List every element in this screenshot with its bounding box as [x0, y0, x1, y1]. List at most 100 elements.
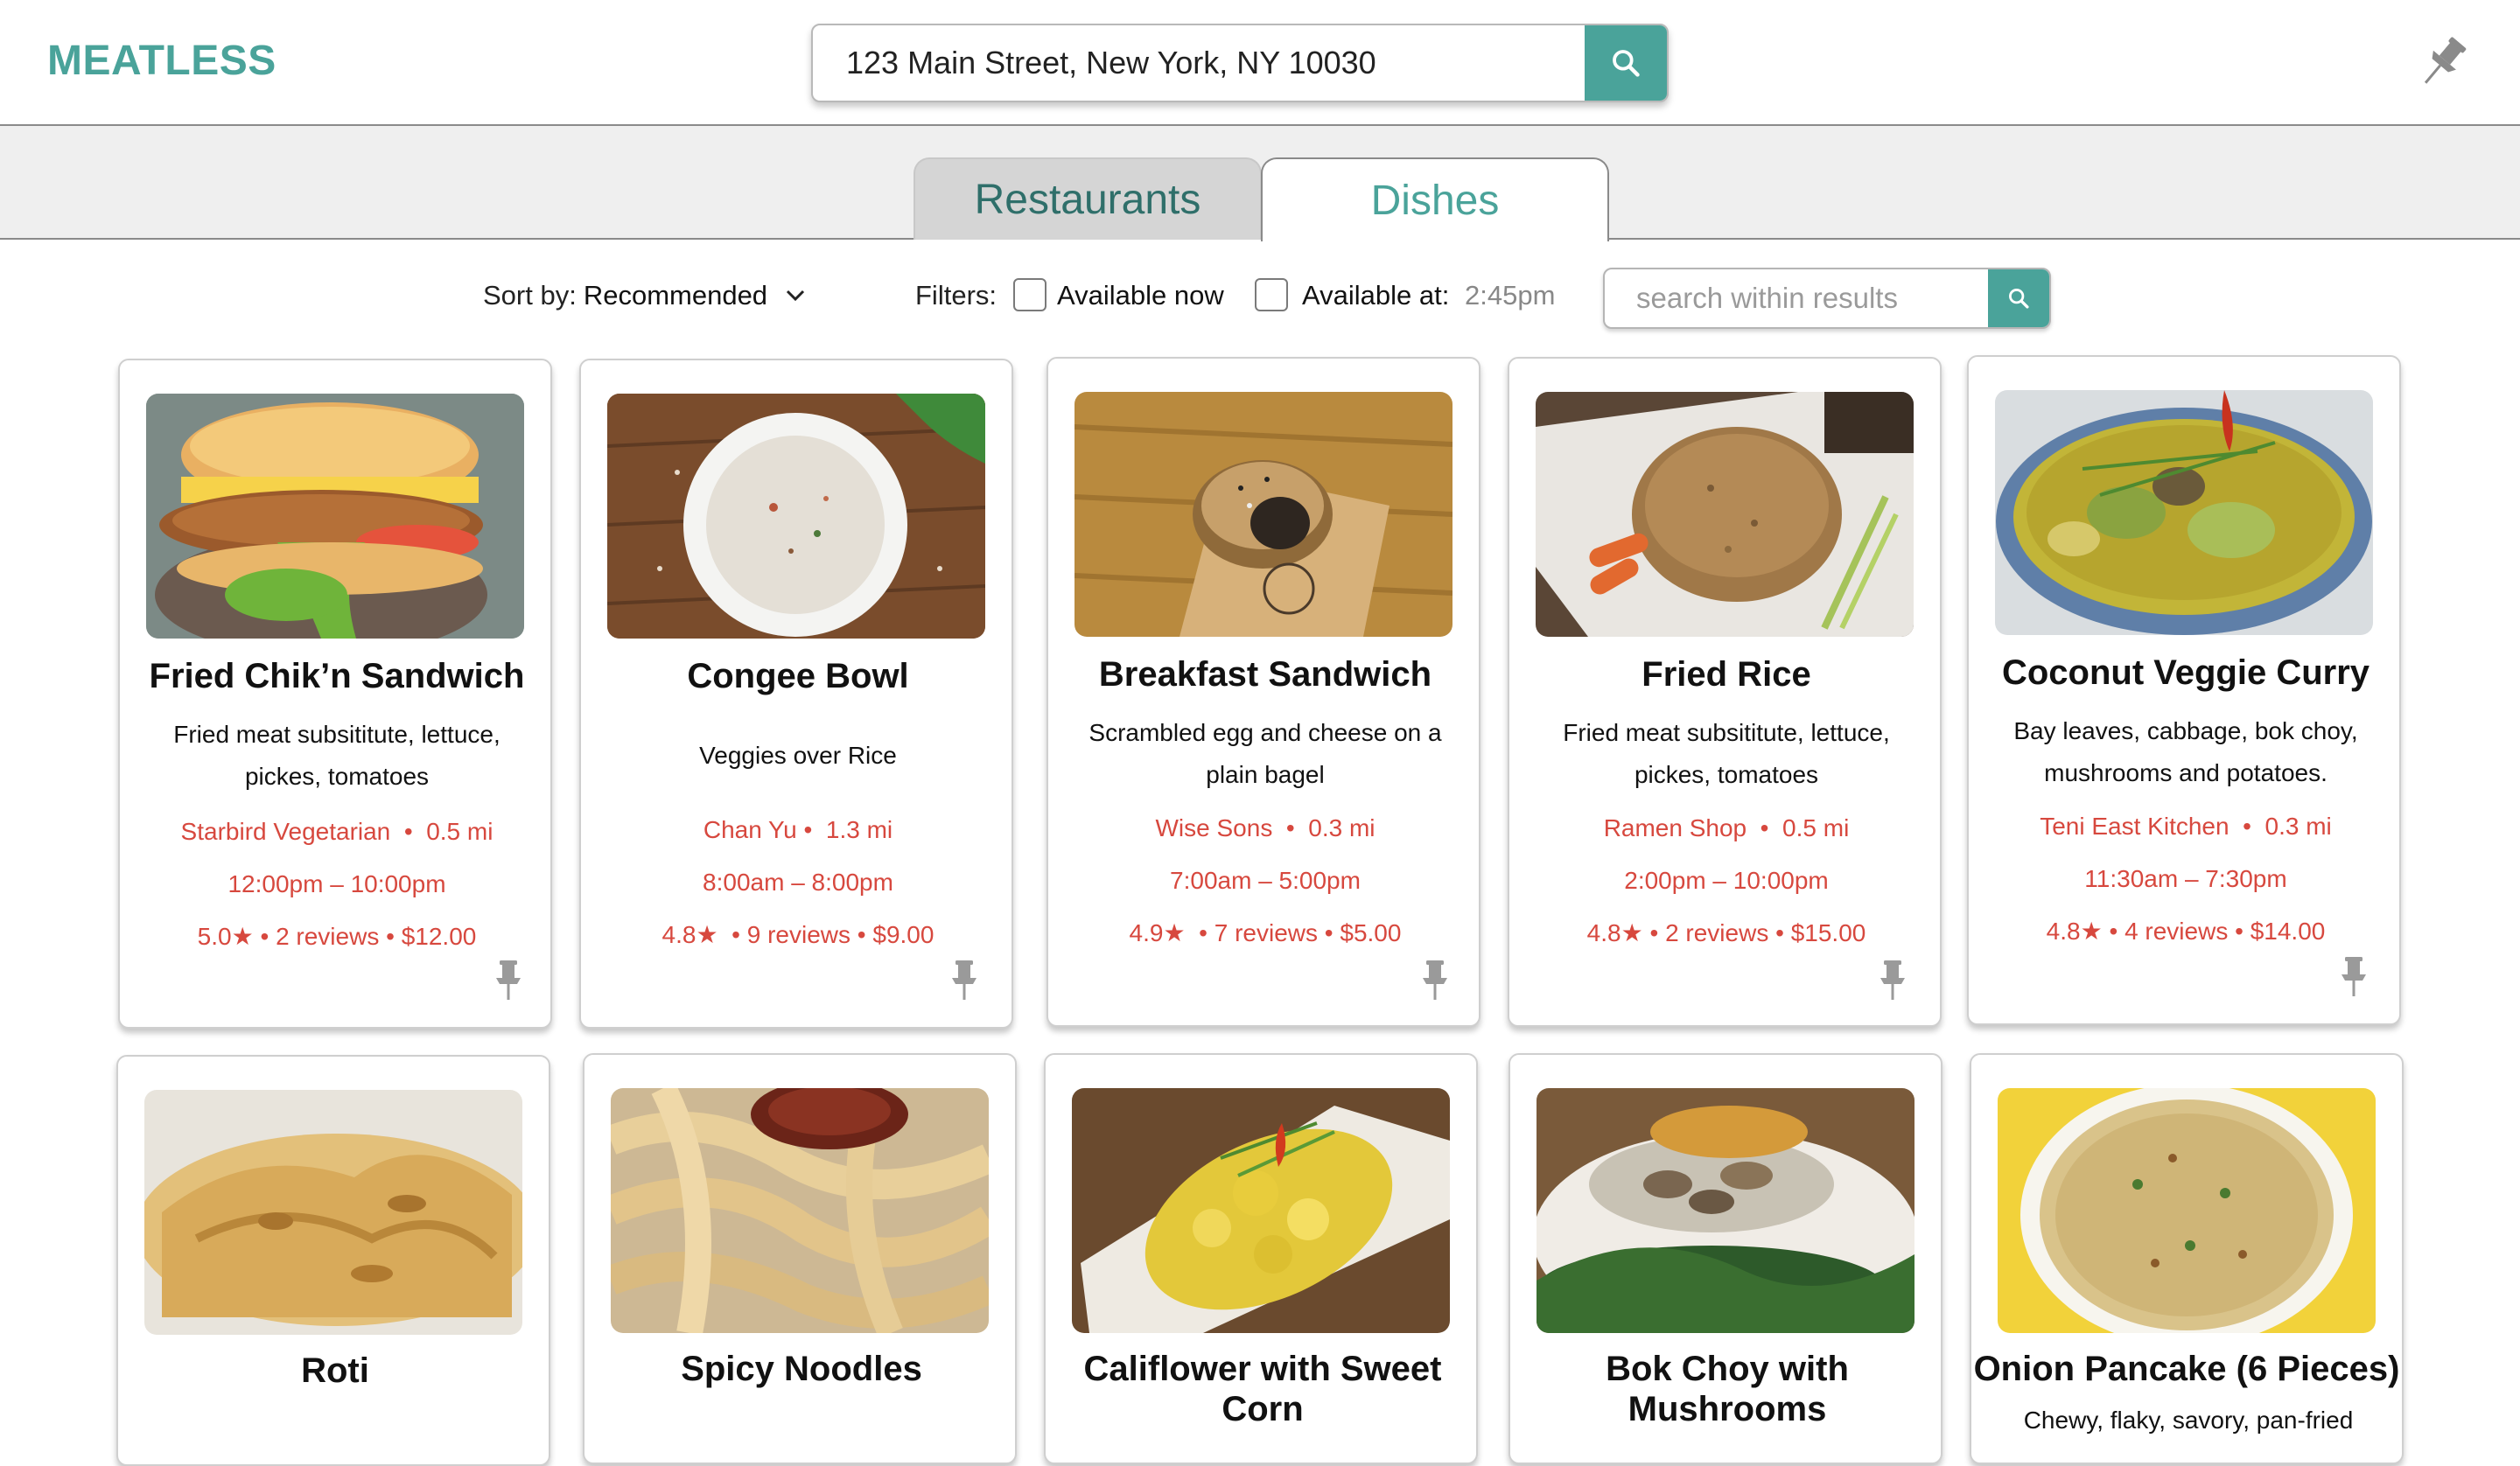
- dish-rating: 5.0: [197, 923, 232, 950]
- dish-reviews[interactable]: 7 reviews: [1214, 919, 1318, 946]
- dish-photo: [144, 1090, 522, 1335]
- dish-rating: 4.9: [1129, 919, 1164, 946]
- dish-card[interactable]: Breakfast Sandwich Scrambled egg and che…: [1046, 357, 1480, 1027]
- dish-photo: [1536, 392, 1914, 637]
- filters-label: Filters:: [915, 280, 997, 311]
- pin-icon[interactable]: [1419, 959, 1451, 1002]
- dish-distance: 0.5 mi: [426, 818, 494, 845]
- search-icon: [1613, 50, 1640, 77]
- sort-value: Recommended: [583, 280, 768, 311]
- dish-title: Bok Choy with Mushrooms: [1606, 1350, 1849, 1428]
- dish-reviews[interactable]: 2 reviews: [276, 923, 379, 950]
- dish-title: Congee Bowl: [687, 657, 909, 695]
- dish-distance: 0.5 mi: [1782, 814, 1850, 841]
- available-at-time[interactable]: 2:45pm: [1465, 280, 1555, 311]
- dish-distance: 0.3 mi: [1308, 814, 1376, 841]
- star-icon: ★: [231, 923, 254, 950]
- pinned-items-icon[interactable]: [2415, 31, 2471, 93]
- chevron-down-icon: [786, 290, 805, 302]
- dish-photo: [146, 394, 524, 639]
- dish-card[interactable]: Califlower with Sweet Corn: [1044, 1053, 1478, 1464]
- tab-restaurants[interactable]: Restaurants: [914, 157, 1262, 240]
- dish-card[interactable]: Roti: [116, 1055, 550, 1466]
- dish-title: Roti: [301, 1351, 369, 1390]
- dish-restaurant-line[interactable]: Wise Sons • 0.3 mi: [1057, 815, 1474, 841]
- available-at-checkbox[interactable]: [1255, 278, 1288, 311]
- pin-icon[interactable]: [493, 959, 524, 1002]
- search-icon: [2009, 289, 2029, 309]
- dish-photo: [1072, 1088, 1450, 1333]
- separator-dot: •: [1272, 814, 1309, 841]
- dish-restaurant-line[interactable]: Chan Yu • 1.3 mi: [590, 817, 1006, 843]
- dish-hours: 12:00pm – 10:00pm: [228, 870, 446, 897]
- dish-card[interactable]: Onion Pancake (6 Pieces) Chewy, flaky, s…: [1970, 1053, 2404, 1464]
- dish-reviews[interactable]: 2 reviews: [1665, 919, 1768, 946]
- app-logo[interactable]: MEATLESS: [47, 37, 276, 85]
- available-now-label[interactable]: Available now: [1057, 280, 1224, 311]
- dish-price: $5.00: [1340, 919, 1402, 946]
- pin-icon[interactable]: [2338, 955, 2370, 999]
- dish-photo: [611, 1088, 989, 1333]
- dish-card[interactable]: Spicy Noodles: [583, 1053, 1017, 1464]
- dish-title: Spicy Noodles: [681, 1350, 922, 1388]
- dish-price: $15.00: [1790, 919, 1866, 946]
- dish-description: Chewy, flaky, savory, pan-fried: [2023, 1407, 2354, 1434]
- dish-rating: 4.8: [1586, 919, 1621, 946]
- results-search-button[interactable]: [1988, 269, 2049, 327]
- available-now-checkbox[interactable]: [1013, 278, 1046, 311]
- dish-rating-line: 4.8★ • 4 reviews • $14.00: [2046, 918, 2326, 945]
- dish-rating-line: 5.0★ • 2 reviews • $12.00: [197, 923, 477, 950]
- dish-restaurant: Wise Sons: [1155, 814, 1273, 841]
- available-at-label[interactable]: Available at:: [1302, 280, 1449, 311]
- pin-icon[interactable]: [1877, 959, 1908, 1002]
- filter-controls: Sort by: Recommended Filters: Available …: [0, 262, 2520, 332]
- dish-description: Bay leaves, cabbage, bok choy, mushrooms…: [2013, 717, 2358, 786]
- dish-restaurant-line[interactable]: Starbird Vegetarian • 0.5 mi: [129, 819, 545, 845]
- dish-description: Fried meat subsititute, lettuce, pickes,…: [1563, 719, 1890, 788]
- address-input[interactable]: [813, 25, 1583, 101]
- dish-photo: [1074, 392, 1452, 637]
- top-header: MEATLESS: [0, 0, 2520, 126]
- star-icon: ★: [1620, 919, 1643, 946]
- separator-dot: •: [1746, 814, 1783, 841]
- dish-rating: 4.8: [2046, 918, 2081, 945]
- dish-photo: [1995, 390, 2373, 635]
- dish-price: $12.00: [401, 923, 477, 950]
- star-icon: ★: [2080, 918, 2103, 945]
- star-icon: ★: [1163, 919, 1186, 946]
- separator-dot: •: [390, 818, 427, 845]
- dish-title: Breakfast Sandwich: [1098, 655, 1432, 694]
- dish-card[interactable]: Congee Bowl Veggies over Rice Chan Yu • …: [579, 359, 1013, 1029]
- dish-hours: 8:00am – 8:00pm: [703, 869, 893, 896]
- dish-title: Coconut Veggie Curry: [2001, 653, 2370, 692]
- dish-photo: [1536, 1088, 1914, 1333]
- dish-card[interactable]: Coconut Veggie Curry Bay leaves, cabbage…: [1967, 355, 2401, 1025]
- sort-label: Sort by:: [483, 280, 577, 311]
- dish-distance: 0.3 mi: [2264, 813, 2332, 840]
- dish-card[interactable]: Bok Choy with Mushrooms: [1508, 1053, 1942, 1464]
- dish-reviews[interactable]: 4 reviews: [2124, 918, 2228, 945]
- dish-title: Onion Pancake (6 Pieces): [1973, 1350, 2400, 1388]
- address-search-button[interactable]: [1585, 25, 1667, 101]
- dish-restaurant: Teni East Kitchen: [2040, 813, 2230, 840]
- dish-title: Fried Rice: [1642, 655, 1811, 694]
- dish-restaurant: Chan Yu: [703, 816, 797, 843]
- dish-restaurant-line[interactable]: Ramen Shop • 0.5 mi: [1518, 815, 1935, 841]
- dish-description: Veggies over Rice: [699, 742, 897, 769]
- dish-card[interactable]: Fried Chik’n Sandwich Fried meat subsiti…: [118, 359, 552, 1029]
- dish-restaurant-line[interactable]: Teni East Kitchen • 0.3 mi: [1978, 813, 2394, 840]
- dish-card[interactable]: Fried Rice Fried meat subsititute, lettu…: [1508, 357, 1942, 1027]
- dish-description: Scrambled egg and cheese on a plain bage…: [1088, 719, 1442, 788]
- tab-bar: Restaurants Dishes: [0, 126, 2520, 241]
- dish-title: Califlower with Sweet Corn: [1083, 1350, 1442, 1428]
- dish-reviews[interactable]: 9 reviews: [747, 921, 850, 948]
- pin-icon[interactable]: [948, 959, 980, 1002]
- separator-dot: •: [796, 816, 826, 843]
- tab-dishes[interactable]: Dishes: [1261, 157, 1609, 241]
- dish-restaurant: Starbird Vegetarian: [180, 818, 391, 845]
- dish-price: $14.00: [2250, 918, 2326, 945]
- sort-dropdown[interactable]: Sort by: Recommended: [483, 280, 806, 311]
- results-search-input[interactable]: [1605, 269, 1990, 327]
- dish-hours: 7:00am – 5:00pm: [1170, 867, 1361, 894]
- separator-dot: •: [2229, 813, 2265, 840]
